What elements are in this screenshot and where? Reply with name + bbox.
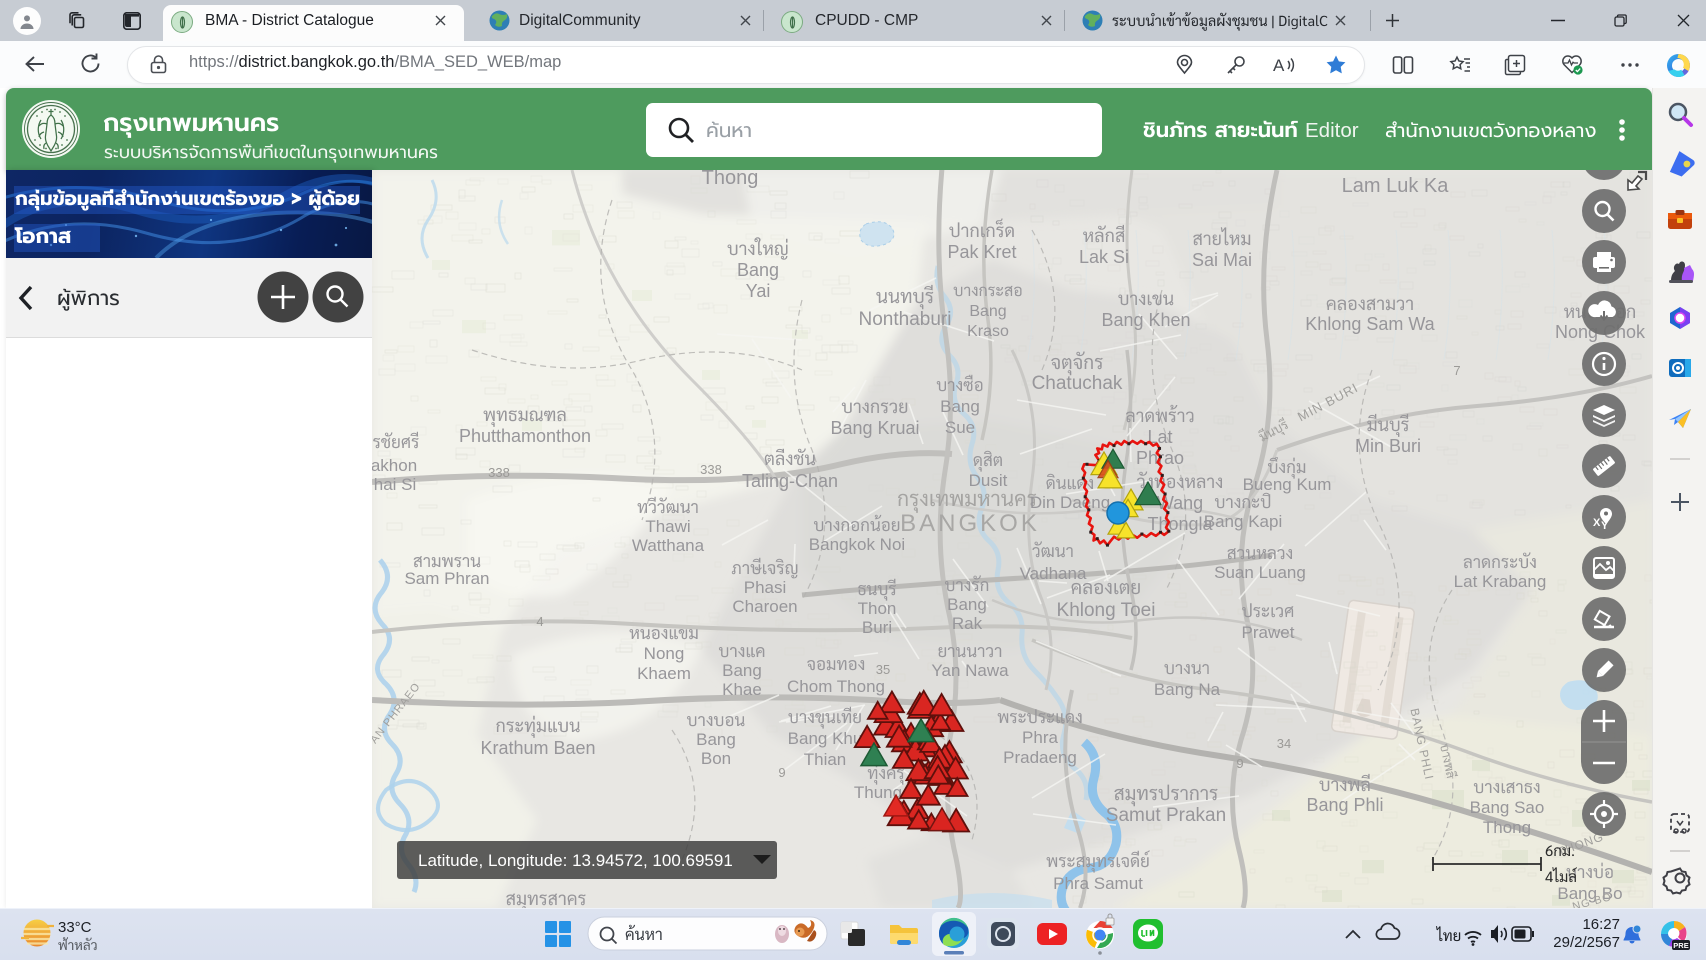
svg-text:29/2/2567: 29/2/2567 xyxy=(1553,934,1620,951)
svg-text:16:27: 16:27 xyxy=(1582,916,1620,933)
svg-text:PRE: PRE xyxy=(1673,941,1688,950)
svg-text:33°C: 33°C xyxy=(58,919,92,936)
